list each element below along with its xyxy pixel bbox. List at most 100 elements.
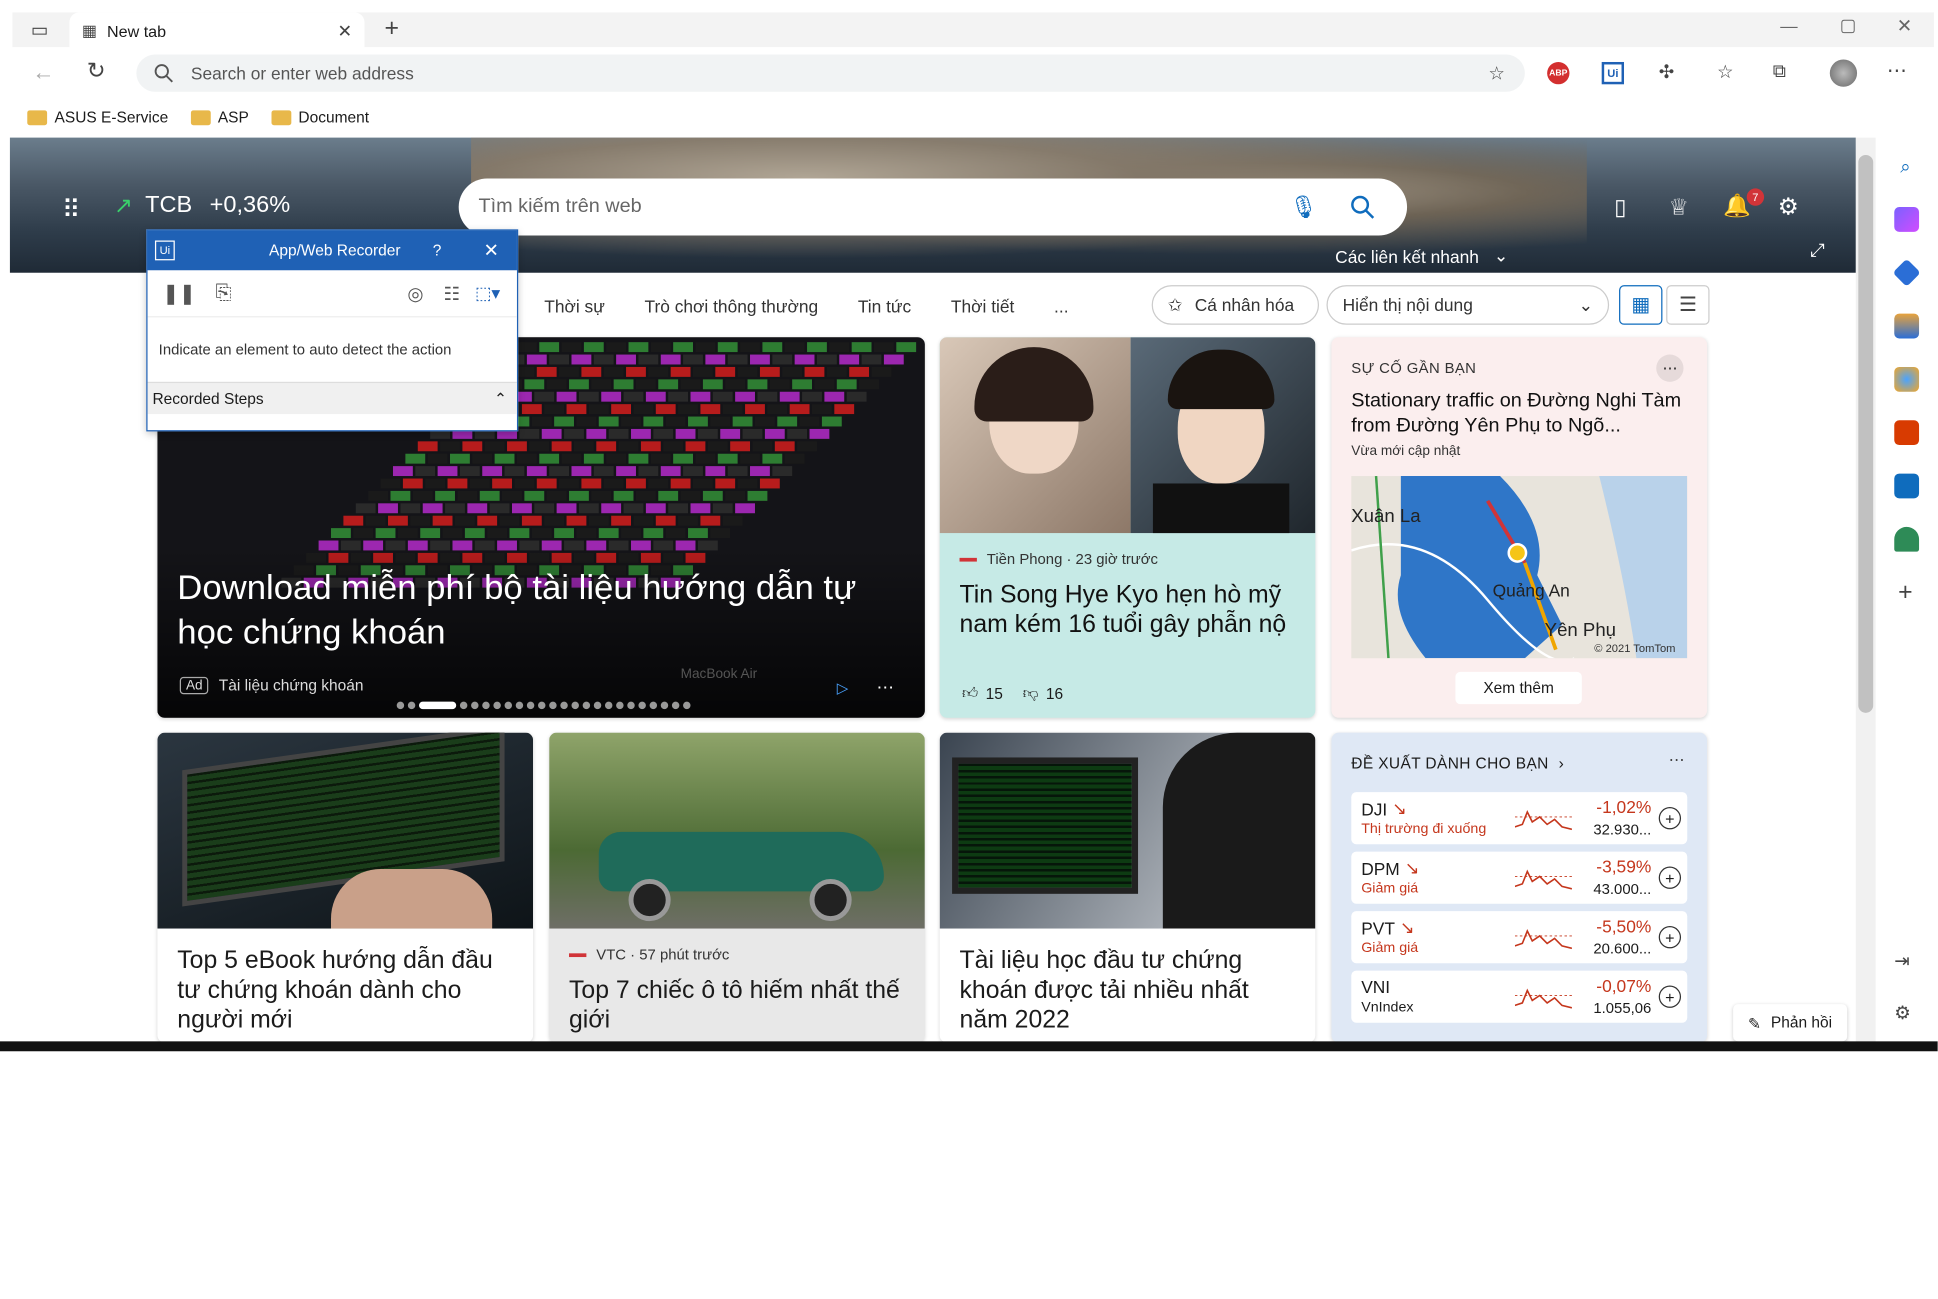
fav-document[interactable]: Document [271,109,369,126]
sidebar-search-icon[interactable]: ⌕ [1893,154,1918,179]
sidebar-games-icon[interactable] [1894,366,1920,392]
news-card[interactable]: Tiền Phong · 23 giờ trước Tin Song Hye K… [939,337,1316,718]
collections-icon[interactable]: ⧉ [1773,61,1786,82]
adblock-icon[interactable]: ABP [1547,61,1570,85]
add-stock-icon[interactable]: + [1658,926,1682,949]
carousel-dot[interactable] [560,701,568,710]
tab-new-tab[interactable]: ▦ New tab ✕ [69,12,365,50]
add-stock-icon[interactable]: + [1658,866,1682,889]
favorite-star-icon[interactable]: ☆ [1488,62,1505,84]
carousel-dot[interactable] [671,701,680,710]
carousel-dot[interactable] [582,701,591,710]
tab-actions-icon[interactable]: ▭ [27,19,52,41]
feedback-button[interactable]: ✎ Phản hồi [1733,1004,1848,1042]
save-steps-icon[interactable]: ⎘ [215,282,231,304]
recorder-close-icon[interactable]: ✕ [484,239,500,262]
avatar[interactable] [1829,59,1858,87]
refresh-icon[interactable]: ↻ [87,58,106,84]
sidebar-office-icon[interactable] [1894,420,1920,446]
sidebar-shopping-icon[interactable] [1892,258,1921,287]
sidebar-add-icon[interactable]: + [1893,578,1918,605]
minimize-icon[interactable]: — [1780,16,1797,36]
carousel-dot[interactable] [459,701,468,710]
card-more-icon[interactable]: ⋯ [876,677,893,698]
carousel-dot[interactable] [593,701,602,710]
adchoices-icon[interactable]: ▷ [837,679,848,696]
search-submit-icon[interactable] [1350,195,1375,220]
recorded-steps-header[interactable]: Recorded Steps ⌃ [147,381,517,415]
expand-icon[interactable]: ⤢ [1810,241,1825,262]
news-card[interactable]: Top 5 eBook hướng dẫn đầu tư chứng khoán… [157,732,534,1043]
carousel-dot[interactable] [683,701,691,710]
stock-row[interactable]: DJI ↘ Thị trường đi xuống -1,02% 32.930... + [1351,792,1688,845]
list-view-icon[interactable]: ☰ [1666,285,1710,325]
fav-asus[interactable]: ASUS E-Service [27,109,168,126]
tab-tin-tuc[interactable]: Tin tức [858,296,911,316]
carousel-dot[interactable] [515,701,524,710]
window-close-icon[interactable]: ✕ [1897,15,1913,37]
traffic-more-icon[interactable]: ⋯ [1656,354,1684,382]
more-options-icon[interactable]: ⋯ [1887,58,1907,83]
sidebar-outlook-icon[interactable] [1894,473,1920,499]
sidebar-collapse-icon[interactable]: ⇥ [1894,950,1910,972]
news-card[interactable]: Tài liệu học đầu tư chứng khoán được tải… [939,732,1316,1043]
maximize-icon[interactable]: ▢ [1840,15,1856,36]
carousel-dot[interactable] [538,701,546,710]
carousel-dot[interactable] [482,701,490,710]
carousel-dot[interactable] [649,701,658,710]
fav-asp[interactable]: ASP [190,109,249,126]
add-stock-icon[interactable]: + [1658,807,1682,830]
carousel-dot[interactable] [627,701,635,710]
carousel-dots[interactable] [396,701,695,710]
grid-view-icon[interactable]: ▦ [1619,285,1663,325]
carousel-dot[interactable] [407,701,416,710]
traffic-map[interactable]: Xuân La Quảng An Yên Phụ © 2021 TomTom [1351,476,1688,659]
carousel-dot[interactable] [526,701,535,710]
carousel-dot[interactable] [419,701,457,710]
carousel-dot[interactable] [396,701,405,710]
address-bar[interactable]: Search or enter web address ☆ [136,54,1525,92]
thumbs-up-icon[interactable]: 👍︎ [962,684,978,703]
tab-thoi-su[interactable]: Thời sự [544,296,605,316]
stock-row[interactable]: VNI VnIndex -0,07% 1.055,06 + [1351,970,1688,1023]
suggestions-header[interactable]: ĐỀ XUẤT DÀNH CHO BẠN › [1351,755,1564,772]
microphone-icon[interactable]: 🎙 [1289,194,1317,220]
carousel-dot[interactable] [660,701,669,710]
display-content-select[interactable]: Hiển thị nội dung ⌄ [1326,285,1610,325]
carousel-dot[interactable] [571,701,579,710]
news-card[interactable]: VTC · 57 phút trước Top 7 chiếc ô tô hiế… [549,732,925,1043]
carousel-dot[interactable] [549,701,557,710]
screenshot-target-icon[interactable]: ◎ [407,282,423,304]
pause-icon[interactable]: ❚❚ [162,281,195,306]
phone-icon[interactable]: ▯ [1614,195,1626,221]
settings-gear-icon[interactable]: ⚙ [1778,193,1799,222]
stock-row[interactable]: DPM ↘ Giảm giá -3,59% 43.000... + [1351,851,1688,904]
web-search-input[interactable]: Tìm kiếm trên web 🎙 [458,178,1408,236]
new-tab-button[interactable]: + [379,14,404,42]
record-mode-icon[interactable]: ⬚▾ [475,283,500,304]
sidebar-settings-icon[interactable]: ⚙ [1894,1002,1911,1024]
quick-links-toggle[interactable]: Các liên kết nhanh ⌄ [1335,245,1508,266]
carousel-dot[interactable] [638,701,646,710]
personalize-button[interactable]: ✩ Cá nhân hóa [1151,285,1320,325]
extensions-icon[interactable]: ✣ [1659,61,1675,83]
carousel-dot[interactable] [504,701,512,710]
thumbs-down-icon[interactable]: 👎︎ [1023,684,1039,703]
sidebar-tools-icon[interactable] [1894,313,1920,339]
stock-row[interactable]: PVT ↘ Giảm giá -5,50% 20.600... + [1351,911,1688,964]
back-icon[interactable]: ← [32,60,54,86]
apps-grid-icon[interactable]: ⠿ [62,195,80,226]
see-more-button[interactable]: Xem thêm [1455,671,1582,705]
sidebar-tree-icon[interactable] [1894,526,1920,552]
uipath-extension-icon[interactable]: Ui [1601,61,1625,85]
more-tabs-button[interactable]: ... [1054,296,1068,316]
sidebar-discover-icon[interactable] [1894,207,1920,232]
rewards-icon[interactable]: ♕ [1669,195,1689,221]
carousel-dot[interactable] [604,701,613,710]
traffic-card[interactable]: SỰ CỐ GẦN BẠN ⋯ Stationary traffic on Đư… [1331,337,1708,718]
suggestions-more-icon[interactable]: ⋯ [1669,750,1685,770]
tab-tro-choi[interactable]: Trò chơi thông thường [645,296,819,316]
close-tab-icon[interactable]: ✕ [338,20,353,41]
carousel-dot[interactable] [616,701,624,710]
scrollbar-thumb[interactable] [1858,154,1874,713]
